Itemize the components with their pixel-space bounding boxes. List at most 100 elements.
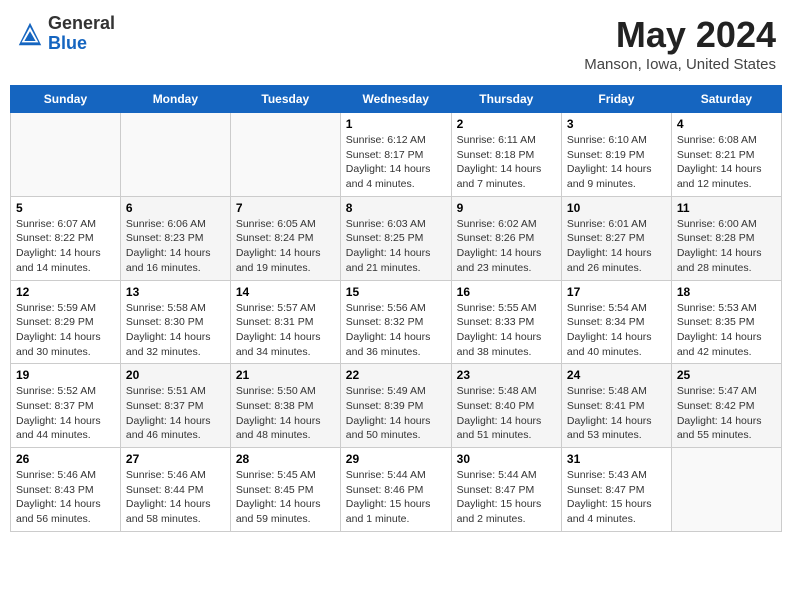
logo-blue-text: Blue — [48, 33, 87, 53]
calendar-table: SundayMondayTuesdayWednesdayThursdayFrid… — [10, 85, 782, 532]
day-info: Sunrise: 6:10 AMSunset: 8:19 PMDaylight:… — [567, 133, 666, 192]
logo: General Blue — [16, 14, 115, 54]
day-info: Sunrise: 6:11 AMSunset: 8:18 PMDaylight:… — [457, 133, 556, 192]
calendar-cell: 10 Sunrise: 6:01 AMSunset: 8:27 PMDayligh… — [561, 196, 671, 280]
weekday-header: Friday — [561, 86, 671, 113]
day-number: 30 — [457, 452, 556, 466]
day-info: Sunrise: 5:58 AMSunset: 8:30 PMDaylight:… — [126, 301, 225, 360]
day-number: 2 — [457, 117, 556, 131]
day-info: Sunrise: 5:45 AMSunset: 8:45 PMDaylight:… — [236, 468, 335, 527]
calendar-cell — [120, 113, 230, 197]
day-info: Sunrise: 6:06 AMSunset: 8:23 PMDaylight:… — [126, 217, 225, 276]
day-number: 9 — [457, 201, 556, 215]
calendar-cell: 3 Sunrise: 6:10 AMSunset: 8:19 PMDaylight… — [561, 113, 671, 197]
day-info: Sunrise: 6:05 AMSunset: 8:24 PMDaylight:… — [236, 217, 335, 276]
day-info: Sunrise: 5:43 AMSunset: 8:47 PMDaylight:… — [567, 468, 666, 527]
calendar-week-row: 19 Sunrise: 5:52 AMSunset: 8:37 PMDayligh… — [11, 364, 782, 448]
day-number: 23 — [457, 368, 556, 382]
calendar-cell: 21 Sunrise: 5:50 AMSunset: 8:38 PMDayligh… — [230, 364, 340, 448]
weekday-header: Saturday — [671, 86, 781, 113]
day-number: 24 — [567, 368, 666, 382]
day-info: Sunrise: 5:44 AMSunset: 8:46 PMDaylight:… — [346, 468, 446, 527]
day-number: 22 — [346, 368, 446, 382]
day-number: 19 — [16, 368, 115, 382]
calendar-cell: 27 Sunrise: 5:46 AMSunset: 8:44 PMDayligh… — [120, 448, 230, 532]
weekday-header: Sunday — [11, 86, 121, 113]
day-number: 6 — [126, 201, 225, 215]
calendar-week-row: 1 Sunrise: 6:12 AMSunset: 8:17 PMDaylight… — [11, 113, 782, 197]
month-title: May 2024 — [584, 14, 776, 56]
day-number: 4 — [677, 117, 776, 131]
calendar-week-row: 5 Sunrise: 6:07 AMSunset: 8:22 PMDaylight… — [11, 196, 782, 280]
calendar-cell: 14 Sunrise: 5:57 AMSunset: 8:31 PMDayligh… — [230, 280, 340, 364]
day-info: Sunrise: 6:03 AMSunset: 8:25 PMDaylight:… — [346, 217, 446, 276]
calendar-cell: 2 Sunrise: 6:11 AMSunset: 8:18 PMDaylight… — [451, 113, 561, 197]
day-info: Sunrise: 6:00 AMSunset: 8:28 PMDaylight:… — [677, 217, 776, 276]
day-info: Sunrise: 6:01 AMSunset: 8:27 PMDaylight:… — [567, 217, 666, 276]
day-info: Sunrise: 5:46 AMSunset: 8:44 PMDaylight:… — [126, 468, 225, 527]
calendar-cell: 18 Sunrise: 5:53 AMSunset: 8:35 PMDayligh… — [671, 280, 781, 364]
day-info: Sunrise: 5:48 AMSunset: 8:40 PMDaylight:… — [457, 384, 556, 443]
day-number: 10 — [567, 201, 666, 215]
calendar-cell: 5 Sunrise: 6:07 AMSunset: 8:22 PMDaylight… — [11, 196, 121, 280]
day-number: 8 — [346, 201, 446, 215]
day-number: 5 — [16, 201, 115, 215]
day-info: Sunrise: 5:53 AMSunset: 8:35 PMDaylight:… — [677, 301, 776, 360]
day-info: Sunrise: 5:46 AMSunset: 8:43 PMDaylight:… — [16, 468, 115, 527]
day-number: 12 — [16, 285, 115, 299]
calendar-cell: 11 Sunrise: 6:00 AMSunset: 8:28 PMDayligh… — [671, 196, 781, 280]
calendar-cell: 28 Sunrise: 5:45 AMSunset: 8:45 PMDayligh… — [230, 448, 340, 532]
day-number: 1 — [346, 117, 446, 131]
calendar-cell: 23 Sunrise: 5:48 AMSunset: 8:40 PMDayligh… — [451, 364, 561, 448]
logo-icon — [16, 20, 44, 48]
calendar-cell: 26 Sunrise: 5:46 AMSunset: 8:43 PMDayligh… — [11, 448, 121, 532]
day-number: 26 — [16, 452, 115, 466]
day-number: 14 — [236, 285, 335, 299]
day-number: 13 — [126, 285, 225, 299]
calendar-cell: 12 Sunrise: 5:59 AMSunset: 8:29 PMDayligh… — [11, 280, 121, 364]
location-text: Manson, Iowa, United States — [584, 56, 776, 73]
day-number: 21 — [236, 368, 335, 382]
calendar-cell — [671, 448, 781, 532]
day-number: 16 — [457, 285, 556, 299]
day-info: Sunrise: 6:12 AMSunset: 8:17 PMDaylight:… — [346, 133, 446, 192]
calendar-week-row: 26 Sunrise: 5:46 AMSunset: 8:43 PMDayligh… — [11, 448, 782, 532]
calendar-cell: 24 Sunrise: 5:48 AMSunset: 8:41 PMDayligh… — [561, 364, 671, 448]
day-number: 28 — [236, 452, 335, 466]
weekday-header: Wednesday — [340, 86, 451, 113]
calendar-cell: 15Sunrise: 5:56 AMSunset: 8:32 PMDayligh… — [340, 280, 451, 364]
calendar-cell: 7 Sunrise: 6:05 AMSunset: 8:24 PMDaylight… — [230, 196, 340, 280]
calendar-cell: 13 Sunrise: 5:58 AMSunset: 8:30 PMDayligh… — [120, 280, 230, 364]
day-info: Sunrise: 6:07 AMSunset: 8:22 PMDaylight:… — [16, 217, 115, 276]
day-number: 18 — [677, 285, 776, 299]
calendar-cell: 20Sunrise: 5:51 AMSunset: 8:37 PMDayligh… — [120, 364, 230, 448]
calendar-cell — [230, 113, 340, 197]
day-info: Sunrise: 5:57 AMSunset: 8:31 PMDaylight:… — [236, 301, 335, 360]
title-block: May 2024 Manson, Iowa, United States — [584, 14, 776, 73]
day-info: Sunrise: 5:48 AMSunset: 8:41 PMDaylight:… — [567, 384, 666, 443]
day-number: 3 — [567, 117, 666, 131]
day-info: Sunrise: 5:54 AMSunset: 8:34 PMDaylight:… — [567, 301, 666, 360]
calendar-cell: 25Sunrise: 5:47 AMSunset: 8:42 PMDayligh… — [671, 364, 781, 448]
calendar-cell: 29Sunrise: 5:44 AMSunset: 8:46 PMDayligh… — [340, 448, 451, 532]
page-header: General Blue May 2024 Manson, Iowa, Unit… — [10, 10, 782, 77]
day-number: 7 — [236, 201, 335, 215]
calendar-cell: 31 Sunrise: 5:43 AMSunset: 8:47 PMDayligh… — [561, 448, 671, 532]
calendar-cell: 30Sunrise: 5:44 AMSunset: 8:47 PMDayligh… — [451, 448, 561, 532]
calendar-cell: 1 Sunrise: 6:12 AMSunset: 8:17 PMDaylight… — [340, 113, 451, 197]
day-info: Sunrise: 5:56 AMSunset: 8:32 PMDaylight:… — [346, 301, 446, 360]
day-number: 11 — [677, 201, 776, 215]
weekday-header-row: SundayMondayTuesdayWednesdayThursdayFrid… — [11, 86, 782, 113]
calendar-week-row: 12 Sunrise: 5:59 AMSunset: 8:29 PMDayligh… — [11, 280, 782, 364]
day-number: 27 — [126, 452, 225, 466]
calendar-cell: 16Sunrise: 5:55 AMSunset: 8:33 PMDayligh… — [451, 280, 561, 364]
day-number: 20 — [126, 368, 225, 382]
day-info: Sunrise: 5:52 AMSunset: 8:37 PMDaylight:… — [16, 384, 115, 443]
day-info: Sunrise: 5:59 AMSunset: 8:29 PMDaylight:… — [16, 301, 115, 360]
day-info: Sunrise: 5:50 AMSunset: 8:38 PMDaylight:… — [236, 384, 335, 443]
day-info: Sunrise: 5:47 AMSunset: 8:42 PMDaylight:… — [677, 384, 776, 443]
calendar-cell: 8 Sunrise: 6:03 AMSunset: 8:25 PMDaylight… — [340, 196, 451, 280]
day-number: 31 — [567, 452, 666, 466]
calendar-cell: 6 Sunrise: 6:06 AMSunset: 8:23 PMDaylight… — [120, 196, 230, 280]
calendar-cell: 4Sunrise: 6:08 AMSunset: 8:21 PMDaylight… — [671, 113, 781, 197]
